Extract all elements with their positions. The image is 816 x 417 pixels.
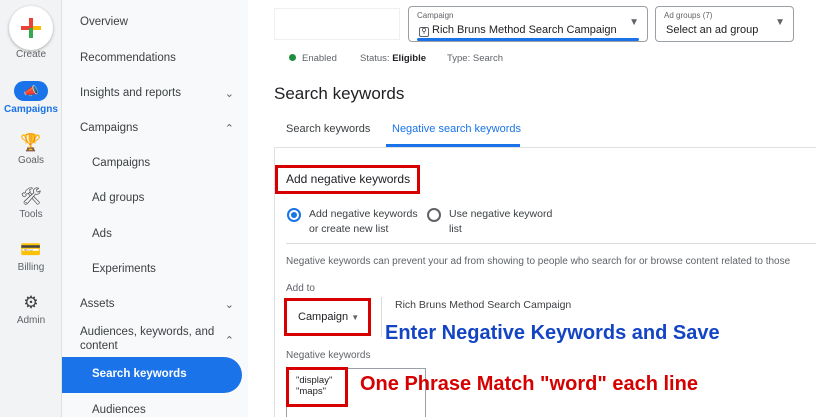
radio-use-negative-list[interactable] [427, 208, 441, 222]
create-button[interactable] [9, 6, 53, 50]
chevron-up-icon: ⌃ [224, 335, 234, 347]
campaign-type: Type: Search [447, 53, 503, 64]
rail-tools[interactable]: 🛠 Tools [0, 187, 62, 221]
ad-group-selector[interactable]: Ad groups (7) Select an ad group ▼ [655, 6, 794, 42]
caret-down-icon: ▼ [629, 17, 639, 28]
negative-keywords-label: Negative keywords [286, 350, 371, 361]
chevron-down-icon: ⌄ [224, 299, 234, 311]
campaign-selector[interactable]: Campaign ⚲ Rich Bruns Method Search Campa… [408, 6, 648, 42]
caret-down-icon: ▼ [775, 17, 785, 28]
rail-campaigns[interactable]: 📣 Campaigns [0, 81, 62, 115]
annotation-enter-keywords: Enter Negative Keywords and Save [385, 322, 720, 344]
annotation-phrase-match: One Phrase Match "word" each line [360, 373, 698, 395]
tab-search-keywords[interactable]: Search keywords [286, 123, 370, 135]
annotation-box-dropdown [284, 298, 371, 336]
radio-add-negative-keywords[interactable] [287, 208, 301, 222]
tab-negative-search-keywords[interactable]: Negative search keywords [392, 123, 521, 135]
green-dot-icon [289, 54, 296, 61]
annotation-box-title [275, 165, 420, 194]
nav-search-keywords[interactable]: Search keywords [62, 357, 242, 393]
enabled-status: Enabled [289, 53, 337, 64]
help-text: Negative keywords can prevent your ad fr… [286, 256, 791, 267]
rail-admin[interactable]: ⚙ Admin [0, 293, 62, 327]
search-campaign-icon: ⚲ [419, 27, 429, 37]
rail-billing[interactable]: 💳 Billing [0, 240, 62, 274]
chevron-up-icon: ⌃ [224, 123, 234, 135]
page-title: Search keywords [274, 84, 405, 103]
megaphone-icon: 📣 [14, 81, 48, 101]
top-blank-field [274, 8, 400, 40]
rail-goals[interactable]: 🏆 Goals [0, 133, 62, 167]
nav-sidebar: Overview Recommendations Insights and re… [62, 0, 248, 417]
radio-add-negative-label: Add negative keywords or create new list [309, 208, 418, 235]
left-rail: Create 📣 Campaigns 🏆 Goals 🛠 Tools 💳 Bil… [0, 0, 62, 417]
credit-card-icon: 💳 [20, 240, 42, 259]
radio-use-negative-label: Use negative keyword list [449, 208, 553, 235]
gear-icon: ⚙ [23, 293, 39, 312]
tools-icon: 🛠 [20, 187, 42, 206]
add-to-label: Add to [286, 283, 315, 294]
annotation-box-keywords [286, 367, 348, 407]
chevron-down-icon: ⌄ [224, 88, 234, 100]
selected-campaign-name: Rich Bruns Method Search Campaign [395, 299, 572, 311]
create-label: Create [15, 49, 46, 60]
trophy-icon: 🏆 [20, 133, 42, 152]
eligibility-status: Status: Eligible [360, 53, 427, 64]
